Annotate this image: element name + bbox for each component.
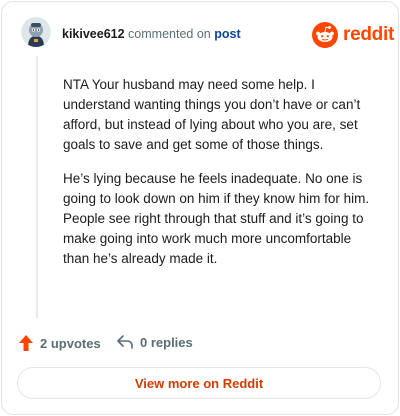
- comment-header: kikivee612 commented on post reddit: [2, 2, 398, 66]
- comment-footer: 2 upvotes 0 replies: [18, 332, 378, 356]
- upvote-button[interactable]: 2 upvotes: [18, 334, 101, 352]
- reddit-alien-icon: [312, 22, 338, 48]
- comment-embed-card: kikivee612 commented on post reddit NTA …: [1, 1, 399, 415]
- username-link[interactable]: kikivee612: [62, 27, 125, 41]
- comment-action-text: commented on: [128, 27, 211, 41]
- reddit-wordmark: reddit: [343, 24, 394, 45]
- upvote-count: 2 upvotes: [40, 335, 101, 351]
- comment-paragraph-1: NTA Your husband may need some help. I u…: [63, 77, 361, 152]
- comment-byline: kikivee612 commented on post: [62, 27, 241, 41]
- upvote-arrow-icon: [19, 335, 33, 351]
- user-avatar[interactable]: [21, 17, 51, 47]
- comment-body: NTA Your husband may need some help. I u…: [63, 75, 381, 283]
- comment-paragraph-2: He’s lying because he feels inadequate. …: [63, 171, 370, 266]
- reply-count: 0 replies: [140, 334, 193, 350]
- reply-arrow-icon: [117, 335, 133, 349]
- reddit-logo[interactable]: reddit: [312, 21, 394, 49]
- post-link[interactable]: post: [214, 27, 240, 41]
- thread-line: [36, 56, 38, 318]
- avatar-icon: [21, 17, 51, 47]
- replies-button[interactable]: 0 replies: [116, 334, 193, 350]
- view-more-button[interactable]: View more on Reddit: [17, 367, 381, 399]
